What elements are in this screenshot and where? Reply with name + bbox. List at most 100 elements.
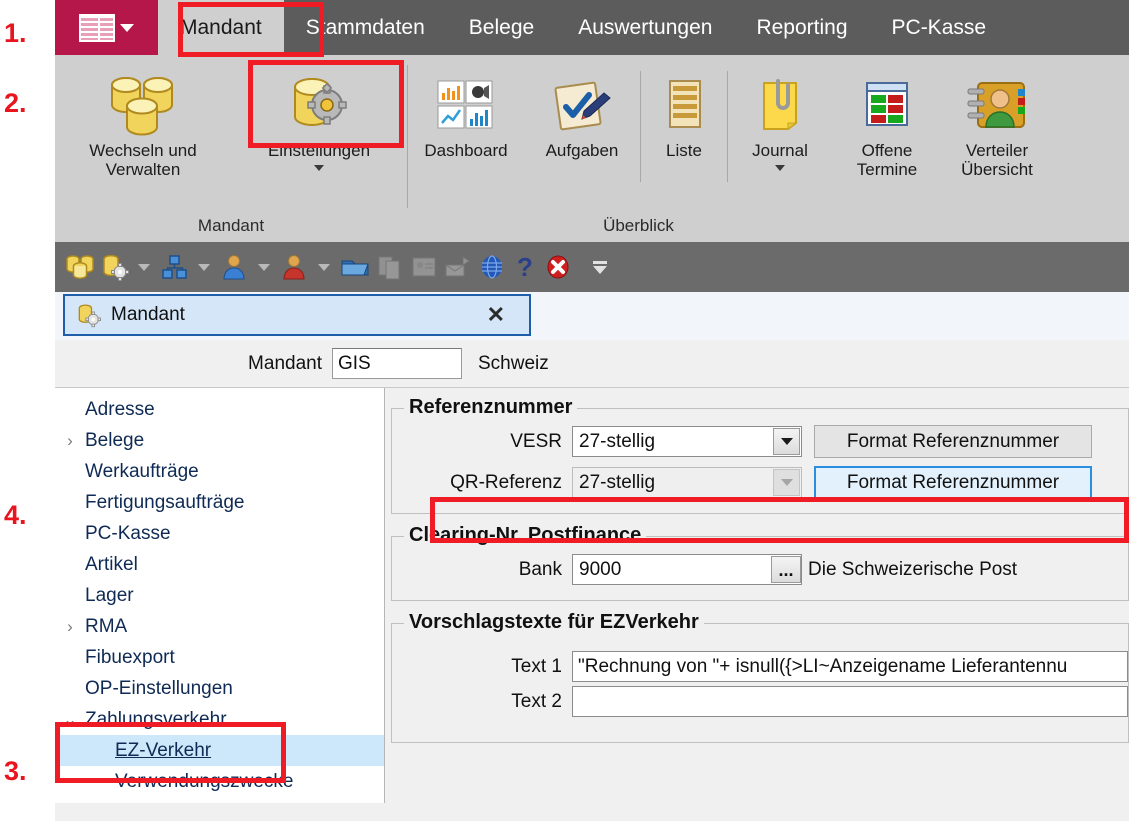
toolbar-help-question-icon[interactable]: ?: [511, 252, 539, 283]
ribbon-button-journal[interactable]: Journal: [728, 61, 832, 216]
tree-item-rma[interactable]: › RMA: [55, 611, 384, 642]
ribbon-button-aufgaben[interactable]: Aufgaben: [524, 61, 640, 216]
chevron-down-icon: [773, 469, 800, 496]
tree-item-belege[interactable]: › Belege: [55, 425, 384, 456]
group-title: Referenznummer: [404, 396, 578, 419]
tree-item-werkauftraege[interactable]: Werkaufträge: [55, 456, 384, 487]
vesr-combobox[interactable]: 27-stellig: [572, 426, 802, 457]
ribbon-tab-reporting[interactable]: Reporting: [734, 0, 869, 55]
tree-item-ez-verkehr[interactable]: EZ-Verkehr: [55, 735, 384, 766]
bank-input[interactable]: 9000 ...: [572, 554, 802, 585]
vesr-format-referenznummer-button[interactable]: Format Referenznummer: [814, 425, 1092, 458]
qr-format-referenznummer-button[interactable]: Format Referenznummer: [814, 466, 1092, 499]
qr-referenz-label: QR-Referenz: [450, 471, 562, 493]
tree-item-fibuexport[interactable]: Fibuexport: [55, 642, 384, 673]
chevron-right-icon[interactable]: ›: [55, 431, 85, 451]
tree-item-label: RMA: [85, 615, 128, 637]
vesr-row: VESR 27-stellig Format Referenznummer: [392, 423, 1128, 460]
ribbon-button-label: Aufgaben: [545, 141, 619, 160]
toolbar-cylinder-settings-icon[interactable]: [99, 252, 129, 282]
text1-row: Text 1 "Rechnung von "+ isnull({>LI~Anze…: [392, 650, 1128, 683]
ribbon-tab-pc-kasse[interactable]: PC-Kasse: [870, 0, 1009, 55]
qr-referenz-combobox[interactable]: 27-stellig: [572, 467, 802, 498]
toolbar-dropdown-caret[interactable]: [318, 263, 330, 271]
ribbon-tab-auswertungen[interactable]: Auswertungen: [556, 0, 734, 55]
tree-item-label: Fibuexport: [85, 646, 175, 668]
dashboard-charts-icon: [434, 69, 498, 141]
application-menu-button[interactable]: [55, 0, 158, 55]
annotation-gutter: 1. 2. 4. 3.: [0, 0, 55, 821]
text1-input[interactable]: "Rechnung von "+ isnull({>LI~Anzeigename…: [572, 651, 1128, 682]
tree-item-label: OP-Einstellungen: [85, 677, 233, 699]
annotation-marker-2: 2.: [4, 88, 27, 118]
ribbon-group-mandant: Wechseln und Verwalten Einstellungen Man…: [55, 55, 407, 242]
tree-item-label: Fertigungsaufträge: [85, 491, 245, 513]
tree-item-op-einstellungen[interactable]: OP-Einstellungen: [55, 673, 384, 704]
bank-description: Die Schweizerische Post: [808, 558, 1018, 580]
annotation-marker-1: 1.: [4, 18, 27, 48]
quick-access-toolbar: ?: [55, 242, 1129, 292]
toolbar-org-chart-icon[interactable]: [159, 252, 189, 282]
ribbon-button-verteiler-uebersicht[interactable]: Verteiler Übersicht: [942, 61, 1052, 216]
ribbon-button-dashboard[interactable]: Dashboard: [408, 61, 524, 216]
ribbon-button-label: Journal: [752, 141, 808, 160]
tree-item-verwendungszwecke[interactable]: Verwendungszwecke: [55, 766, 384, 797]
ribbon-tab-belege[interactable]: Belege: [447, 0, 556, 55]
group-clearing-nr-postfinance: Clearing-Nr. Postfinance Bank 9000 ... D…: [391, 524, 1129, 601]
ribbon-button-einstellungen[interactable]: Einstellungen: [231, 61, 407, 216]
ribbon-tab-stammdaten[interactable]: Stammdaten: [284, 0, 447, 55]
group-title: Clearing-Nr. Postfinance: [404, 524, 647, 547]
tree-item-label: Verwendungszwecke: [115, 770, 294, 792]
toolbar-dropdown-caret[interactable]: [258, 263, 270, 271]
window-layout-icon: [79, 13, 115, 42]
toolbar-cylinders-icon[interactable]: [65, 252, 95, 282]
chevron-down-icon[interactable]: ⌄: [55, 710, 85, 730]
toolbar-dropdown-caret[interactable]: [138, 263, 150, 271]
ribbon-tab-mandant[interactable]: Mandant: [158, 0, 284, 55]
ribbon-button-liste[interactable]: Liste: [641, 61, 727, 216]
mandant-field-row: Mandant GIS Schweiz: [55, 340, 1129, 387]
chevron-down-icon[interactable]: [314, 165, 324, 172]
tree-item-artikel[interactable]: Artikel: [55, 549, 384, 580]
tree-item-label: Lager: [85, 584, 134, 606]
tree-item-adresse[interactable]: Adresse: [55, 394, 384, 425]
ribbon-group-ueberblick: Dashboard Aufgaben Liste Journal Offene …: [408, 55, 1129, 242]
toolbar-globe-icon[interactable]: [477, 252, 507, 282]
tree-item-pc-kasse[interactable]: PC-Kasse: [55, 518, 384, 549]
tree-item-fertigungsauftraege[interactable]: Fertigungsaufträge: [55, 487, 384, 518]
ribbon-button-offene-termine[interactable]: Offene Termine: [832, 61, 942, 216]
toolbar-copy-contacts-icon: [375, 252, 405, 282]
group-title: Vorschlagstexte für EZVerkehr: [404, 611, 704, 634]
bank-row: Bank 9000 ... Die Schweizerische Post: [392, 551, 1128, 588]
text2-input[interactable]: [572, 686, 1128, 717]
document-tab-label: Mandant: [111, 304, 185, 325]
ribbon-button-label: Dashboard: [424, 141, 508, 160]
toolbar-folder-blue-icon[interactable]: [339, 252, 371, 282]
toolbar-person-red-icon[interactable]: [279, 252, 309, 282]
chevron-down-icon[interactable]: [775, 165, 785, 172]
chevron-right-icon[interactable]: ›: [55, 617, 85, 637]
mandant-input[interactable]: GIS: [332, 348, 462, 379]
tree-item-label: Artikel: [85, 553, 138, 575]
document-tab-mandant[interactable]: Mandant ✕: [63, 294, 531, 336]
toolbar-contact-card-icon: [409, 252, 439, 282]
mandant-country-label: Schweiz: [478, 352, 549, 374]
close-icon[interactable]: ✕: [487, 302, 519, 328]
toolbar-dropdown-caret[interactable]: [198, 263, 210, 271]
ribbon-button-wechseln-und-verwalten[interactable]: Wechseln und Verwalten: [55, 61, 231, 216]
toolbar-overflow-icon[interactable]: [592, 260, 607, 274]
bank-browse-button[interactable]: ...: [771, 556, 801, 583]
qr-referenz-value: 27-stellig: [579, 471, 656, 493]
tree-item-zahlungsverkehr[interactable]: ⌄ Zahlungsverkehr: [55, 704, 384, 735]
note-clip-icon: [752, 69, 808, 141]
chevron-down-icon: [120, 23, 134, 32]
tree-item-label: EZ-Verkehr: [115, 739, 212, 761]
toolbar-close-red-icon[interactable]: [543, 252, 573, 282]
chevron-down-icon[interactable]: [773, 428, 800, 455]
tree-item-lager[interactable]: Lager: [55, 580, 384, 611]
screenshot-root: 1. 2. 4. 3. Mandant Stammdaten Belege Au…: [0, 0, 1129, 821]
group-vorschlagstexte: Vorschlagstexte für EZVerkehr Text 1 "Re…: [391, 611, 1129, 743]
toolbar-person-blue-icon[interactable]: [219, 252, 249, 282]
cylinder-gear-icon: [284, 69, 354, 141]
qr-referenz-row: QR-Referenz 27-stellig Format Referenznu…: [392, 464, 1128, 501]
